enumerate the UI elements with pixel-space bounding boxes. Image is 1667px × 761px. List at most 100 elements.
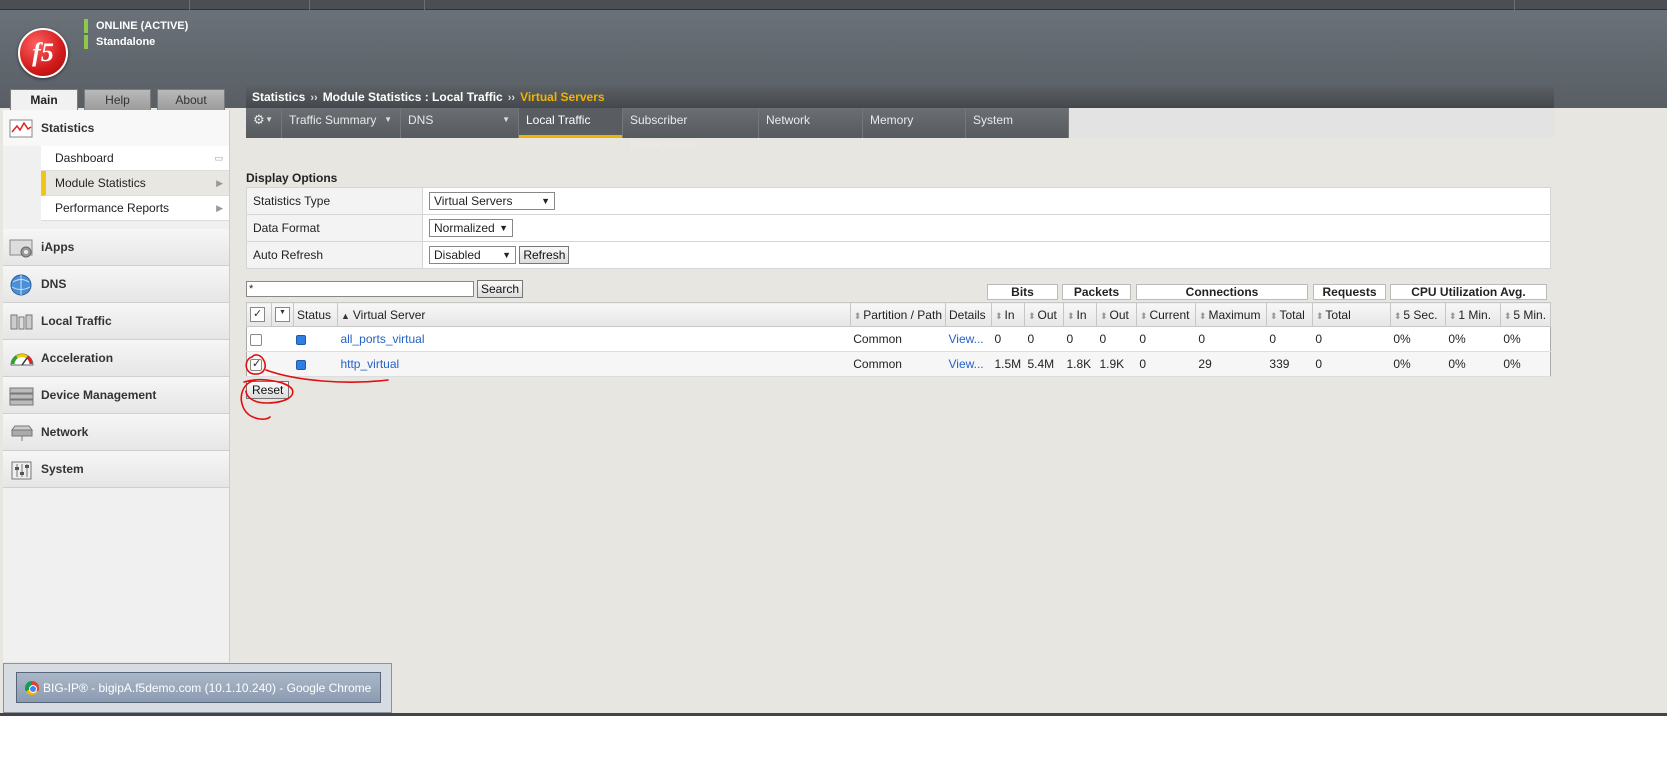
col-label: 1 Min. (1458, 307, 1492, 322)
auto-refresh-label: Auto Refresh (246, 241, 423, 269)
sort-icon: ⬍ (994, 310, 1003, 321)
col-bits-in[interactable]: ⬍ In (990, 302, 1025, 327)
system-sliders-icon (11, 461, 32, 480)
col-label: Maximum (1208, 307, 1261, 322)
display-option-row: Auto Refresh Disabled ▼ Refresh (246, 241, 1551, 269)
tab-traffic-summary[interactable]: Traffic Summary ▼ (282, 108, 401, 138)
search-button[interactable]: Search (477, 280, 524, 298)
display-option-row: Statistics Type Virtual Servers ▼ (246, 187, 1551, 215)
virtual-server-cell: http_virtual (337, 351, 851, 377)
sidebar-item-dns[interactable]: DNS (3, 266, 229, 303)
col-bits-out[interactable]: ⬍ Out (1023, 302, 1064, 327)
gear-icon: ⚙ (253, 112, 265, 127)
search-input[interactable]: * (246, 281, 474, 297)
conn-max-cell: 29 (1195, 351, 1267, 377)
sidebar-subitem-label: Performance Reports (55, 201, 170, 215)
col-label: Current (1149, 307, 1190, 322)
data-format-select[interactable]: Normalized ▼ (429, 219, 513, 237)
tab-system[interactable]: System (966, 108, 1069, 138)
device-stack-icon (9, 387, 34, 406)
tab-dns[interactable]: DNS ▼ (401, 108, 519, 138)
col-cpu-5sec[interactable]: ⬍ 5 Sec. (1389, 302, 1446, 327)
tab-help[interactable]: Help (84, 89, 151, 110)
col-label: Partition / Path (863, 307, 942, 322)
col-conn-current[interactable]: ⬍ Current (1135, 302, 1196, 327)
tab-label: System (973, 113, 1014, 127)
breadcrumb-current: Virtual Servers (520, 90, 605, 104)
display-option-value: Normalized ▼ (422, 214, 1551, 242)
cpu-5sec-cell: 0% (1390, 326, 1446, 352)
select-value: Virtual Servers (434, 194, 513, 208)
virtual-server-link[interactable]: all_ports_virtual (340, 332, 424, 346)
virtual-servers-table: Status ▲Virtual Server ⬍Partition / Path… (246, 302, 1552, 377)
conn-max-cell: 0 (1195, 326, 1267, 352)
sidebar-item-statistics[interactable]: Statistics (3, 110, 229, 146)
refresh-button[interactable]: Refresh (519, 246, 570, 264)
tab-memory[interactable]: Memory (863, 108, 966, 138)
details-link[interactable]: View... (949, 357, 984, 371)
tab-subscriber-management[interactable]: Subscriber Management (623, 108, 759, 151)
chevron-down-icon: ▼ (502, 250, 511, 260)
sidebar-subitem-performance-reports[interactable]: Performance Reports ▶ (41, 196, 229, 221)
breadcrumb-statistics[interactable]: Statistics (252, 90, 305, 104)
packets-out-cell: 0 (1096, 326, 1137, 352)
sort-icon: ⬍ (1099, 310, 1108, 321)
status-filter-header[interactable] (270, 302, 294, 327)
sidebar-label: DNS (41, 277, 67, 291)
sort-icon: ⬍ (1393, 310, 1402, 321)
settings-menu-button[interactable]: ⚙ ▼ (246, 108, 282, 138)
sort-icon: ⬍ (853, 310, 862, 321)
sidebar-item-system[interactable]: System (3, 451, 229, 488)
select-all-checkbox[interactable] (250, 307, 265, 323)
sidebar-item-device-management[interactable]: Device Management (3, 377, 229, 414)
col-cpu-1min[interactable]: ⬍ 1 Min. (1444, 302, 1501, 327)
breadcrumb-module-statistics[interactable]: Module Statistics : Local Traffic (323, 90, 503, 104)
col-req-total[interactable]: ⬍ Total (1311, 302, 1391, 327)
sidebar-item-iapps[interactable]: iApps (3, 229, 229, 266)
select-all-header[interactable] (246, 302, 272, 327)
sidebar-item-acceleration[interactable]: Acceleration (3, 340, 229, 377)
cpu-5sec-cell: 0% (1390, 351, 1446, 377)
taskbar-popup: BIG-IP® - bigipA.f5demo.com (10.1.10.240… (3, 663, 392, 713)
group-header-connections: Connections (1136, 284, 1308, 300)
col-packets-out[interactable]: ⬍ Out (1095, 302, 1137, 327)
sidebar-subitem-dashboard[interactable]: Dashboard ▭ (41, 146, 229, 171)
col-partition[interactable]: ⬍ Partition / Path (849, 302, 947, 327)
tab-main[interactable]: Main (10, 89, 78, 111)
statistics-type-select[interactable]: Virtual Servers ▼ (429, 192, 555, 210)
details-link[interactable]: View... (949, 332, 984, 346)
table-header-row: Status ▲Virtual Server ⬍Partition / Path… (246, 302, 1552, 327)
group-header-cpu: CPU Utilization Avg. (1390, 284, 1547, 300)
sort-ascending-icon: ▲ (340, 310, 350, 321)
chrome-icon (25, 681, 39, 695)
select-value: Normalized (434, 221, 495, 235)
iapps-gear-icon (9, 239, 33, 258)
col-conn-total[interactable]: ⬍ Total (1265, 302, 1313, 327)
status-filter-dropdown[interactable] (274, 307, 290, 323)
display-option-value: Disabled ▼ Refresh (422, 241, 1551, 269)
tab-label: Memory (870, 113, 914, 127)
packets-out-cell: 1.9K (1096, 351, 1137, 377)
auto-refresh-select[interactable]: Disabled ▼ (429, 246, 516, 264)
sidebar-item-local-traffic[interactable]: Local Traffic (3, 303, 229, 340)
group-header-packets: Packets (1062, 284, 1131, 300)
tab-local-traffic[interactable]: Local Traffic (519, 108, 623, 138)
statistics-type-label: Statistics Type (246, 187, 423, 215)
conn-total-cell: 0 (1266, 326, 1313, 352)
sidebar-item-network[interactable]: Network (3, 414, 229, 451)
col-virtual-server[interactable]: ▲ Virtual Server (336, 302, 851, 327)
col-conn-maximum[interactable]: ⬍ Maximum (1194, 302, 1267, 327)
sort-icon: ⬍ (1139, 310, 1148, 321)
sort-icon: ⬍ (1315, 310, 1324, 321)
col-cpu-5min[interactable]: ⬍ 5 Min. (1499, 302, 1552, 327)
tab-label: Network (766, 113, 811, 127)
taskbar-window-button[interactable]: BIG-IP® - bigipA.f5demo.com (10.1.10.240… (16, 672, 381, 703)
cpu-5min-cell: 0% (1500, 351, 1551, 377)
col-packets-in[interactable]: ⬍ In (1062, 302, 1097, 327)
bits-out-cell: 5.4M (1024, 351, 1064, 377)
tab-about[interactable]: About (157, 89, 225, 110)
tab-network[interactable]: Network (759, 108, 863, 138)
sidebar-subitem-module-statistics[interactable]: Module Statistics ▶ (41, 171, 229, 196)
display-option-value: Virtual Servers ▼ (422, 187, 1551, 215)
col-status[interactable]: Status (292, 302, 338, 327)
